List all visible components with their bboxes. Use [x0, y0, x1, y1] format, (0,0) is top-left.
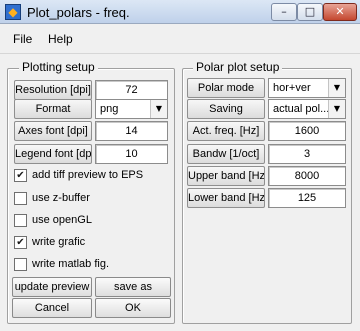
- minimize-button[interactable]: –: [271, 3, 297, 21]
- format-label: Format: [14, 99, 92, 119]
- window-title: Plot_polars - freq.: [27, 5, 130, 20]
- lower-band-label: Lower band [Hz: [187, 188, 265, 208]
- matlab-logo-icon: ◆: [5, 4, 21, 20]
- menu-bar: File Help: [0, 24, 360, 54]
- bandwidth-label: Bandw [1/oct]: [187, 144, 265, 164]
- ok-button[interactable]: OK: [95, 298, 171, 318]
- close-button[interactable]: ✕: [323, 3, 357, 21]
- plotting-setup-title: Plotting setup: [19, 60, 98, 74]
- polar-setup-title: Polar plot setup: [193, 60, 283, 74]
- write-grafic-label: write grafic: [32, 236, 86, 248]
- menu-help[interactable]: Help: [48, 32, 73, 46]
- tiff-preview-checkbox[interactable]: ✔: [14, 169, 27, 182]
- matlab-fig-label: write matlab fig.: [32, 258, 110, 270]
- axes-font-label: Axes font [dpi]: [14, 121, 92, 141]
- saving-select-value: actual pol...: [273, 103, 330, 115]
- polar-mode-select-value: hor+ver: [273, 82, 311, 94]
- write-grafic-checkbox[interactable]: ✔: [14, 236, 27, 249]
- bandwidth-input[interactable]: [268, 144, 346, 164]
- polar-mode-select[interactable]: hor+ver ▼: [268, 78, 346, 98]
- menu-file[interactable]: File: [13, 32, 32, 46]
- cancel-button[interactable]: Cancel: [12, 298, 92, 318]
- opengl-checkbox[interactable]: [14, 214, 27, 227]
- matlab-fig-checkbox[interactable]: [14, 258, 27, 271]
- polar-mode-label: Polar mode: [187, 78, 265, 98]
- format-select[interactable]: png ▼: [95, 99, 168, 119]
- upper-band-input[interactable]: [268, 166, 346, 186]
- saving-select[interactable]: actual pol... ▼: [268, 99, 346, 119]
- update-preview-button[interactable]: update preview: [12, 277, 92, 297]
- maximize-button[interactable]: □: [297, 3, 323, 21]
- legend-font-label: Legend font [dp: [14, 144, 92, 164]
- z-buffer-label: use z-buffer: [32, 192, 90, 204]
- axes-font-input[interactable]: [95, 121, 168, 141]
- chevron-down-icon[interactable]: ▼: [328, 100, 345, 118]
- resolution-input[interactable]: [95, 80, 168, 100]
- lower-band-input[interactable]: [268, 188, 346, 208]
- act-freq-input[interactable]: [268, 121, 346, 141]
- chevron-down-icon[interactable]: ▼: [328, 79, 345, 97]
- resolution-label: Resolution [dpi]: [14, 80, 92, 100]
- saving-label: Saving: [187, 99, 265, 119]
- act-freq-label: Act. freq. [Hz]: [187, 121, 265, 141]
- save-as-button[interactable]: save as: [95, 277, 171, 297]
- legend-font-input[interactable]: [95, 144, 168, 164]
- title-bar[interactable]: ◆ Plot_polars - freq. – □ ✕: [0, 0, 360, 24]
- opengl-label: use openGL: [32, 214, 92, 226]
- upper-band-label: Upper band [Hz: [187, 166, 265, 186]
- z-buffer-checkbox[interactable]: [14, 192, 27, 205]
- tiff-preview-label: add tiff preview to EPS: [32, 169, 144, 181]
- chevron-down-icon[interactable]: ▼: [150, 100, 167, 118]
